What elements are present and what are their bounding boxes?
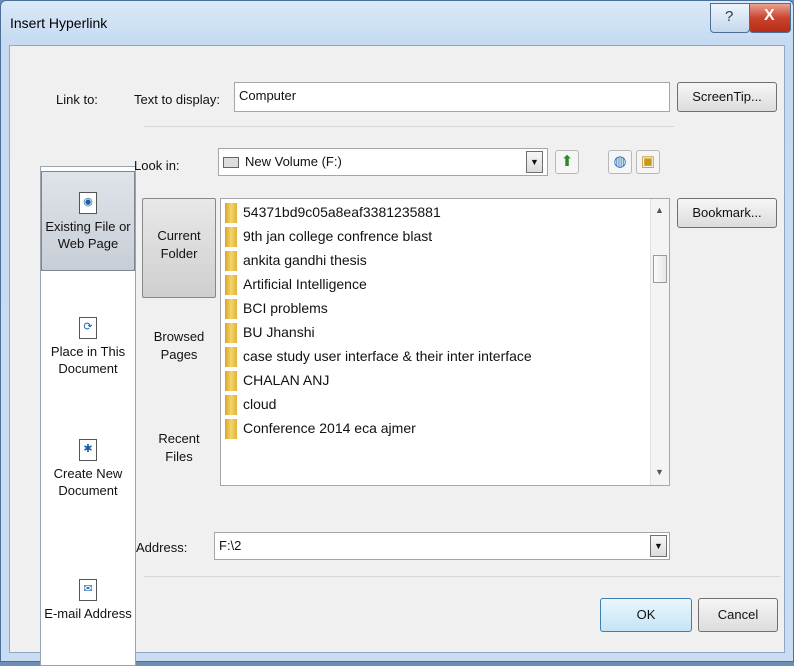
- folder-icon: [225, 251, 237, 272]
- list-item[interactable]: CHALAN ANJ: [225, 369, 329, 392]
- folder-icon: [225, 347, 237, 368]
- link-to-label: Link to:: [56, 92, 98, 107]
- link-to-existing-file[interactable]: ◉ Existing File or Web Page: [41, 171, 135, 271]
- divider: [144, 576, 780, 577]
- scroll-up-icon[interactable]: ▲: [655, 205, 664, 215]
- list-item[interactable]: 9th jan college confrence blast: [225, 225, 432, 248]
- close-icon: X: [764, 7, 775, 24]
- list-item[interactable]: Conference 2014 eca ajmer: [225, 417, 416, 440]
- look-in-combo[interactable]: New Volume (F:): [218, 148, 548, 176]
- email-icon: ✉: [79, 579, 97, 601]
- link-to-sidebar: ◉ Existing File or Web Page ⟳ Place in T…: [40, 166, 136, 666]
- link-to-email-label: E-mail Address: [44, 606, 132, 621]
- cancel-button[interactable]: Cancel: [698, 598, 778, 632]
- place-recent-files[interactable]: Recent Files: [142, 430, 216, 486]
- link-to-create-new-document[interactable]: ✱ Create New Document: [41, 439, 135, 519]
- text-to-display-label: Text to display:: [134, 92, 220, 107]
- look-in-dropdown-button[interactable]: ▼: [526, 151, 543, 173]
- place-browsed-pages-label: Browsed Pages: [153, 329, 205, 362]
- list-item[interactable]: Artificial Intelligence: [225, 273, 367, 296]
- insert-hyperlink-dialog: Insert Hyperlink ? X Link to: ◉ Existing…: [0, 0, 794, 666]
- address-label: Address:: [136, 540, 188, 555]
- document-place-icon: ⟳: [79, 317, 97, 339]
- places-list: Current Folder Browsed Pages Recent File…: [140, 198, 220, 486]
- link-to-email-address[interactable]: ✉ E-mail Address: [41, 579, 135, 649]
- link-to-existing-file-label: Existing File or Web Page: [45, 219, 131, 251]
- ok-button[interactable]: OK: [600, 598, 692, 632]
- place-current-folder[interactable]: Current Folder: [142, 198, 216, 298]
- new-document-icon: ✱: [79, 439, 97, 461]
- list-item[interactable]: cloud: [225, 393, 276, 416]
- look-in-label: Look in:: [134, 158, 180, 173]
- folder-icon: [225, 203, 237, 224]
- link-to-place-in-document[interactable]: ⟳ Place in This Document: [41, 317, 135, 397]
- screentip-button[interactable]: ScreenTip...: [677, 82, 777, 112]
- list-item[interactable]: BCI problems: [225, 297, 328, 320]
- folder-icon: [225, 395, 237, 416]
- help-button[interactable]: ?: [710, 3, 750, 33]
- dialog-title: Insert Hyperlink: [10, 15, 108, 31]
- drive-icon: [223, 157, 239, 169]
- list-item[interactable]: case study user interface & their inter …: [225, 345, 532, 368]
- look-in-value: New Volume (F:): [245, 154, 342, 169]
- folder-icon: [225, 323, 237, 344]
- folder-icon: [225, 299, 237, 320]
- dialog-body: Link to: ◉ Existing File or Web Page ⟳ P…: [9, 45, 785, 666]
- folder-icon: [225, 419, 237, 440]
- file-list[interactable]: 54371bd9c05a8eaf3381235881 9th jan colle…: [220, 198, 670, 486]
- scroll-thumb[interactable]: [653, 255, 667, 283]
- browse-web-icon[interactable]: ◍: [608, 150, 632, 174]
- folder-icon: [225, 275, 237, 296]
- list-item[interactable]: BU Jhanshi: [225, 321, 315, 344]
- text-to-display-input[interactable]: Computer: [234, 82, 670, 112]
- place-recent-files-label: Recent Files: [158, 431, 200, 464]
- close-button[interactable]: X: [749, 3, 791, 33]
- place-current-folder-label: Current Folder: [157, 228, 201, 261]
- address-dropdown-button[interactable]: ▼: [650, 535, 667, 557]
- folder-icon: [225, 227, 237, 248]
- scroll-down-icon[interactable]: ▼: [655, 467, 664, 477]
- folder-icon: [225, 371, 237, 392]
- help-icon: ?: [725, 8, 734, 25]
- browse-file-icon[interactable]: ▣: [636, 150, 660, 174]
- up-one-folder-icon[interactable]: ⬆: [555, 150, 579, 174]
- bookmark-button[interactable]: Bookmark...: [677, 198, 777, 228]
- title-bar[interactable]: Insert Hyperlink ? X: [1, 1, 793, 45]
- address-input[interactable]: F:\2: [214, 532, 670, 560]
- divider: [144, 126, 674, 127]
- web-page-icon: ◉: [79, 192, 97, 214]
- link-to-create-label: Create New Document: [53, 466, 123, 498]
- list-item[interactable]: ankita gandhi thesis: [225, 249, 367, 272]
- list-item[interactable]: 54371bd9c05a8eaf3381235881: [225, 201, 441, 224]
- link-to-place-label: Place in This Document: [50, 344, 126, 376]
- place-browsed-pages[interactable]: Browsed Pages: [142, 328, 216, 384]
- file-list-scrollbar[interactable]: ▲ ▼: [650, 199, 669, 485]
